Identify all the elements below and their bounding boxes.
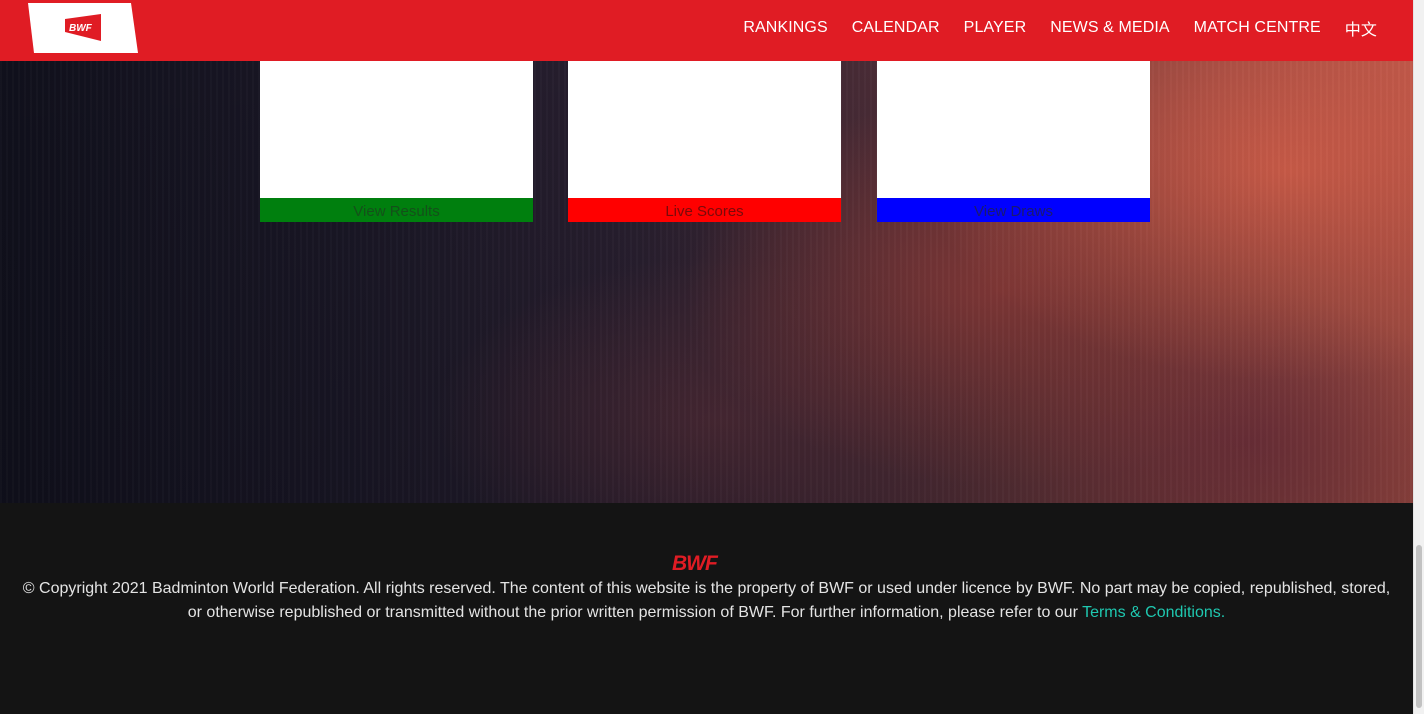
nav-player[interactable]: PLAYER bbox=[964, 19, 1027, 37]
nav-rankings[interactable]: RANKINGS bbox=[743, 19, 827, 37]
nav-calendar[interactable]: CALENDAR bbox=[852, 19, 940, 37]
site-header: BWF RANKINGS CALENDAR PLAYER NEWS & MEDI… bbox=[0, 0, 1413, 61]
main-nav: RANKINGS CALENDAR PLAYER NEWS & MEDIA MA… bbox=[743, 0, 1377, 56]
draws-card: View Draws bbox=[877, 61, 1150, 222]
view-results-button[interactable]: View Results bbox=[260, 198, 533, 222]
bwf-logo[interactable]: BWF bbox=[28, 3, 138, 53]
terms-conditions-link[interactable]: Terms & Conditions. bbox=[1082, 604, 1225, 621]
nav-language-chinese[interactable]: 中文 bbox=[1345, 16, 1377, 40]
nav-match-centre[interactable]: MATCH CENTRE bbox=[1194, 19, 1321, 37]
site-footer: BWF © Copyright 2021 Badminton World Fed… bbox=[0, 503, 1413, 714]
svg-text:BWF: BWF bbox=[672, 552, 719, 573]
live-scores-card: Live Scores bbox=[568, 61, 841, 222]
live-scores-button[interactable]: Live Scores bbox=[568, 198, 841, 222]
svg-text:BWF: BWF bbox=[69, 23, 93, 34]
scrollbar-thumb[interactable] bbox=[1416, 545, 1422, 708]
results-card: View Results bbox=[260, 61, 533, 222]
view-draws-button[interactable]: View Draws bbox=[877, 198, 1150, 222]
copyright-text: © Copyright 2021 Badminton World Federat… bbox=[20, 577, 1393, 625]
nav-news-media[interactable]: NEWS & MEDIA bbox=[1050, 19, 1169, 37]
page-scrollbar[interactable] bbox=[1413, 0, 1424, 714]
footer-bwf-logo: BWF bbox=[670, 551, 740, 573]
